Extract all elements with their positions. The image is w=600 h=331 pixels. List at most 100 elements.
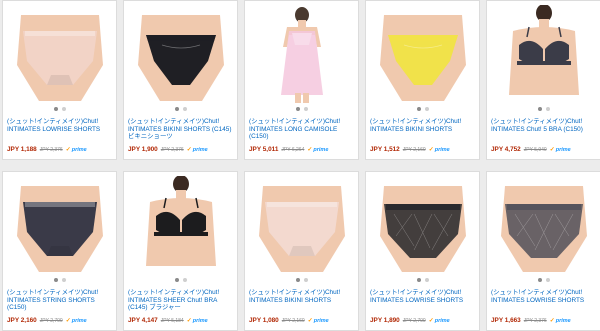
- carousel-dot[interactable]: [545, 107, 550, 111]
- product-image[interactable]: [249, 176, 354, 274]
- price-row: JPY 1,663 JPY 2,376 ✓ prime: [491, 317, 598, 325]
- sale-price: JPY 1,900: [128, 146, 158, 153]
- product-card[interactable]: (シュット!インティメイツ)Chut! INTIMATES BIKINI SHO…: [365, 0, 480, 160]
- product-title-link[interactable]: (シュット!インティメイツ)Chut! INTIMATES LOWRISE SH…: [7, 118, 113, 133]
- prime-label: prime: [71, 318, 87, 324]
- prime-check-icon: ✓: [65, 318, 71, 324]
- prime-check-icon: ✓: [307, 147, 313, 153]
- carousel-dot[interactable]: [61, 107, 66, 111]
- prime-label: prime: [555, 318, 571, 324]
- prime-label: prime: [313, 318, 329, 324]
- product-card[interactable]: (シュット!インティメイツ)Chut! INTIMATES LOWRISE SH…: [365, 171, 480, 331]
- image-carousel-dots: [3, 278, 116, 284]
- product-title-link[interactable]: (シュット!インティメイツ)Chut! INTIMATES Chut! 5 BR…: [491, 118, 597, 133]
- product-card[interactable]: (シュット!インティメイツ)Chut! INTIMATES LONG CAMIS…: [244, 0, 359, 160]
- price-row: JPY 1,188 JPY 2,376 ✓ prime: [7, 146, 114, 154]
- carousel-dot[interactable]: [537, 278, 542, 282]
- product-image[interactable]: [128, 5, 233, 103]
- product-title-link[interactable]: (シュット!インティメイツ)Chut! INTIMATES BIKINI SHO…: [128, 118, 234, 141]
- product-title-link[interactable]: (シュット!インティメイツ)Chut! INTIMATES SHEER Chut…: [128, 289, 234, 312]
- product-card[interactable]: (シュット!インティメイツ)Chut! INTIMATES BIKINI SHO…: [123, 0, 238, 160]
- carousel-dot[interactable]: [545, 278, 550, 282]
- product-card[interactable]: (シュット!インティメイツ)Chut! INTIMATES BIKINI SHO…: [244, 171, 359, 331]
- product-image[interactable]: [491, 5, 596, 103]
- product-title-link[interactable]: (シュット!インティメイツ)Chut! INTIMATES BIKINI SHO…: [370, 118, 476, 133]
- image-carousel-dots: [366, 107, 479, 113]
- product-image[interactable]: [128, 176, 233, 274]
- prime-label: prime: [313, 147, 329, 153]
- prime-check-icon: ✓: [549, 147, 555, 153]
- product-image[interactable]: [370, 176, 475, 274]
- list-price: JPY 2,376: [523, 318, 547, 324]
- prime-badge: ✓ prime: [429, 146, 450, 154]
- prime-badge: ✓ prime: [187, 317, 208, 325]
- image-carousel-dots: [124, 107, 237, 113]
- prime-label: prime: [192, 147, 208, 153]
- carousel-dot[interactable]: [537, 107, 542, 111]
- product-title-link[interactable]: (シュット!インティメイツ)Chut! INTIMATES LOWRISE SH…: [370, 289, 476, 304]
- prime-check-icon: ✓: [186, 318, 192, 324]
- product-card[interactable]: (シュット!インティメイツ)Chut! INTIMATES Chut! 5 BR…: [486, 0, 600, 160]
- product-card[interactable]: (シュット!インティメイツ)Chut! INTIMATES SHEER Chut…: [123, 171, 238, 331]
- carousel-dot[interactable]: [303, 278, 308, 282]
- prime-badge: ✓ prime: [66, 317, 87, 325]
- product-title-link[interactable]: (シュット!インティメイツ)Chut! INTIMATES LOWRISE SH…: [491, 289, 597, 304]
- carousel-dot[interactable]: [424, 107, 429, 111]
- sale-price: JPY 1,080: [249, 317, 279, 324]
- product-image[interactable]: [7, 176, 112, 274]
- list-price: JPY 2,700: [402, 318, 426, 324]
- prime-badge: ✓ prime: [550, 317, 571, 325]
- product-image[interactable]: [491, 176, 596, 274]
- prime-check-icon: ✓: [307, 318, 313, 324]
- image-carousel-dots: [124, 278, 237, 284]
- price-row: JPY 2,160 JPY 2,700 ✓ prime: [7, 317, 114, 325]
- carousel-dot[interactable]: [416, 107, 421, 111]
- carousel-dot[interactable]: [174, 107, 179, 111]
- carousel-dot[interactable]: [295, 107, 300, 111]
- carousel-dot[interactable]: [424, 278, 429, 282]
- sale-price: JPY 2,160: [7, 317, 37, 324]
- carousel-dot[interactable]: [182, 278, 187, 282]
- price-row: JPY 5,011 JPY 6,264 ✓ prime: [249, 146, 356, 154]
- carousel-dot[interactable]: [295, 278, 300, 282]
- carousel-dot[interactable]: [53, 278, 58, 282]
- product-title-link[interactable]: (シュット!インティメイツ)Chut! INTIMATES STRING SHO…: [7, 289, 113, 312]
- prime-check-icon: ✓: [186, 147, 192, 153]
- product-card[interactable]: (シュット!インティメイツ)Chut! INTIMATES LOWRISE SH…: [486, 171, 600, 331]
- list-price: JPY 5,184: [160, 318, 184, 324]
- price-row: JPY 1,890 JPY 2,700 ✓ prime: [370, 317, 477, 325]
- product-card[interactable]: (シュット!インティメイツ)Chut! INTIMATES LOWRISE SH…: [2, 0, 117, 160]
- carousel-dot[interactable]: [416, 278, 421, 282]
- prime-badge: ✓ prime: [550, 146, 571, 154]
- sale-price: JPY 1,890: [370, 317, 400, 324]
- list-price: JPY 2,160: [402, 147, 426, 153]
- carousel-dot[interactable]: [182, 107, 187, 111]
- prime-badge: ✓ prime: [66, 146, 87, 154]
- image-carousel-dots: [245, 107, 358, 113]
- product-card[interactable]: (シュット!インティメイツ)Chut! INTIMATES STRING SHO…: [2, 171, 117, 331]
- carousel-dot[interactable]: [53, 107, 58, 111]
- sale-price: JPY 1,663: [491, 317, 521, 324]
- price-row: JPY 4,147 JPY 5,184 ✓ prime: [128, 317, 235, 325]
- product-image[interactable]: [249, 5, 354, 103]
- product-title-link[interactable]: (シュット!インティメイツ)Chut! INTIMATES BIKINI SHO…: [249, 289, 355, 304]
- list-price: JPY 2,376: [160, 147, 184, 153]
- prime-badge: ✓ prime: [307, 146, 328, 154]
- carousel-dot[interactable]: [303, 107, 308, 111]
- list-price: JPY 2,376: [39, 147, 63, 153]
- carousel-dot[interactable]: [174, 278, 179, 282]
- prime-label: prime: [71, 147, 87, 153]
- prime-badge: ✓ prime: [429, 317, 450, 325]
- list-price: JPY 2,700: [39, 318, 63, 324]
- image-carousel-dots: [3, 107, 116, 113]
- prime-label: prime: [434, 318, 450, 324]
- sale-price: JPY 1,512: [370, 146, 400, 153]
- carousel-dot[interactable]: [61, 278, 66, 282]
- product-image[interactable]: [7, 5, 112, 103]
- image-carousel-dots: [245, 278, 358, 284]
- product-title-link[interactable]: (シュット!インティメイツ)Chut! INTIMATES LONG CAMIS…: [249, 118, 355, 141]
- product-image[interactable]: [370, 5, 475, 103]
- image-carousel-dots: [487, 278, 600, 284]
- prime-check-icon: ✓: [428, 318, 434, 324]
- prime-check-icon: ✓: [549, 318, 555, 324]
